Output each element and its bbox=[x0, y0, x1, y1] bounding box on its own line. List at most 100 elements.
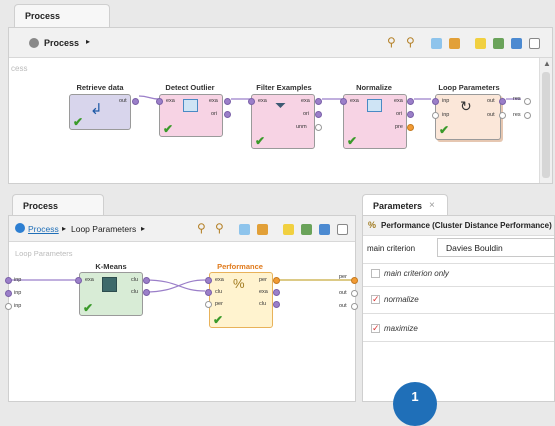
status-ok-icon: ✔ bbox=[347, 134, 358, 148]
status-ok-icon: ✔ bbox=[213, 313, 224, 327]
output-port[interactable] bbox=[143, 289, 150, 296]
scroll-up-icon[interactable]: ▲ bbox=[543, 59, 551, 68]
performance-icon: % bbox=[233, 276, 245, 291]
check-icon: ✓ bbox=[372, 323, 380, 333]
divider bbox=[363, 313, 554, 314]
check-icon: ✓ bbox=[372, 294, 380, 304]
port-label: per bbox=[215, 301, 223, 307]
top-process-tab-label: Process bbox=[25, 11, 61, 21]
bottom-connections bbox=[9, 279, 354, 293]
input-port[interactable] bbox=[156, 98, 163, 105]
port-label: out bbox=[487, 112, 495, 118]
input-port[interactable] bbox=[205, 277, 212, 284]
divider bbox=[363, 286, 554, 287]
top-process-panel: Process ▸ ⚲ ⚲ cess Retrieve data ↲ ✔ out… bbox=[8, 27, 553, 184]
port-label: exa bbox=[301, 98, 310, 104]
loop-output-port[interactable] bbox=[351, 290, 358, 297]
output-port[interactable] bbox=[132, 98, 139, 105]
top-vertical-scrollbar[interactable]: ▲ bbox=[539, 58, 552, 183]
scroll-thumb[interactable] bbox=[542, 72, 550, 178]
result-port-label: res bbox=[513, 96, 521, 102]
maximize-label: maximize bbox=[384, 324, 418, 333]
op-detect-outlier-label: Detect Outlier bbox=[165, 83, 215, 92]
output-port[interactable] bbox=[407, 111, 414, 118]
retrieve-icon: ↲ bbox=[90, 101, 103, 118]
operator-title: Performance (Cluster Distance Performanc… bbox=[381, 221, 552, 230]
output-port[interactable] bbox=[224, 98, 231, 105]
port-label: clu bbox=[259, 301, 267, 307]
main-criterion-label: main criterion bbox=[367, 244, 416, 253]
cluster-icon bbox=[102, 277, 117, 292]
op-retrieve-label: Retrieve data bbox=[76, 83, 124, 92]
maximize-checkbox[interactable]: ✓ bbox=[371, 323, 380, 333]
output-port[interactable] bbox=[273, 289, 280, 296]
port-label: pre bbox=[395, 124, 403, 130]
input-port[interactable] bbox=[432, 112, 439, 119]
loop-input-port[interactable] bbox=[5, 277, 12, 284]
output-port[interactable] bbox=[273, 277, 280, 284]
loop-input-port-label: inp bbox=[14, 290, 22, 296]
output-port[interactable] bbox=[315, 98, 322, 105]
input-port[interactable] bbox=[205, 301, 212, 308]
output-port[interactable] bbox=[315, 124, 322, 131]
result-port-label: res bbox=[513, 112, 521, 118]
op-kmeans-label: K-Means bbox=[95, 262, 127, 271]
op-performance-label: Performance bbox=[217, 262, 263, 271]
op-normalize-label: Normalize bbox=[356, 83, 392, 92]
loop-input-port[interactable] bbox=[5, 303, 12, 310]
op-filter-examples-label: Filter Examples bbox=[256, 83, 312, 92]
normalize-icon bbox=[367, 99, 382, 112]
output-port[interactable] bbox=[143, 277, 150, 284]
output-port[interactable] bbox=[499, 98, 506, 105]
loop-input-port[interactable] bbox=[5, 290, 12, 297]
normalize-checkbox[interactable]: ✓ bbox=[371, 294, 380, 304]
outlier-icon bbox=[183, 99, 198, 112]
output-port[interactable] bbox=[315, 111, 322, 118]
output-port[interactable] bbox=[407, 124, 414, 131]
divider bbox=[363, 341, 554, 342]
port-label: exa bbox=[350, 98, 359, 104]
input-port[interactable] bbox=[205, 289, 212, 296]
status-ok-icon: ✔ bbox=[83, 301, 94, 315]
result-port[interactable] bbox=[524, 112, 531, 119]
bottom-process-tab[interactable]: Process bbox=[12, 194, 104, 216]
divider bbox=[363, 263, 554, 264]
port-label: clu bbox=[131, 289, 139, 295]
port-label: inp bbox=[442, 112, 450, 118]
parameters-tab[interactable]: Parameters × bbox=[362, 194, 448, 216]
port-label: ori bbox=[396, 111, 403, 117]
output-port[interactable] bbox=[273, 301, 280, 308]
result-port[interactable] bbox=[524, 98, 531, 105]
loop-input-port-label: inp bbox=[14, 277, 22, 283]
status-ok-icon: ✔ bbox=[439, 123, 450, 137]
input-port[interactable] bbox=[340, 98, 347, 105]
output-port[interactable] bbox=[407, 98, 414, 105]
port-label: clu bbox=[215, 289, 223, 295]
step-badge: 1 bbox=[393, 382, 437, 426]
status-ok-icon: ✔ bbox=[255, 134, 266, 148]
input-port[interactable] bbox=[75, 277, 82, 284]
parameters-tab-label: Parameters bbox=[373, 201, 423, 211]
input-port[interactable] bbox=[432, 98, 439, 105]
port-label: exa bbox=[258, 98, 267, 104]
loop-icon: ↻ bbox=[460, 98, 472, 114]
port-label: unm bbox=[296, 124, 307, 130]
main-criterion-select[interactable]: Davies Bouldin bbox=[437, 238, 555, 257]
bottom-process-tab-label: Process bbox=[23, 201, 59, 211]
close-icon[interactable]: × bbox=[429, 200, 435, 211]
main-criterion-only-checkbox[interactable] bbox=[371, 269, 380, 278]
port-label: exa bbox=[394, 98, 403, 104]
loop-output-port[interactable] bbox=[351, 277, 358, 284]
top-process-tab[interactable]: Process bbox=[14, 4, 110, 28]
input-port[interactable] bbox=[248, 98, 255, 105]
main-criterion-only-label: main criterion only bbox=[384, 269, 449, 278]
loop-output-port[interactable] bbox=[351, 303, 358, 310]
port-label: exa bbox=[85, 277, 94, 283]
output-port[interactable] bbox=[224, 111, 231, 118]
output-port[interactable] bbox=[499, 112, 506, 119]
status-ok-icon: ✔ bbox=[163, 122, 174, 136]
filter-icon: ⏷ bbox=[275, 97, 287, 113]
port-label: inp bbox=[442, 98, 450, 104]
port-label: exa bbox=[166, 98, 175, 104]
performance-icon: % bbox=[368, 220, 377, 230]
